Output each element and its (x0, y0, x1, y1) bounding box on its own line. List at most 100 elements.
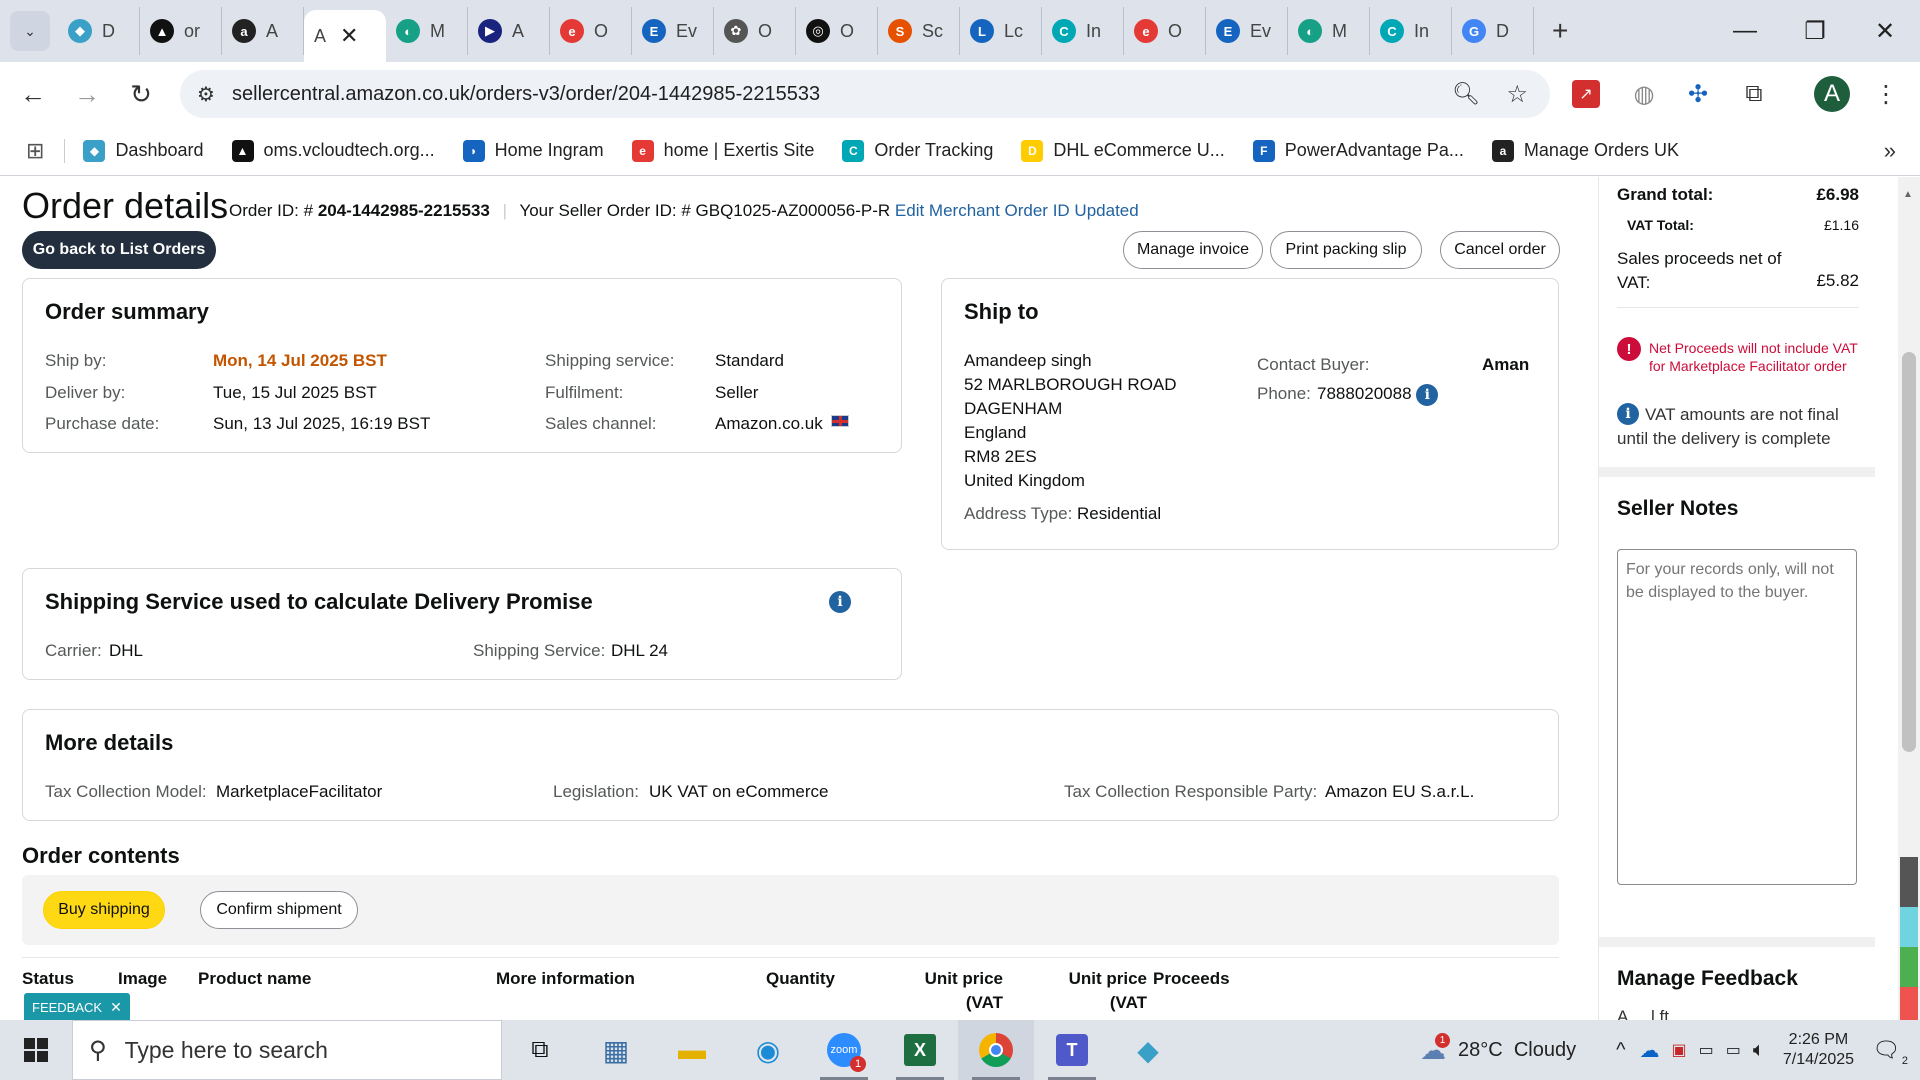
tab-favicon-icon: E (642, 19, 666, 43)
shipping-service-label: Shipping service: (545, 351, 675, 370)
browser-tab[interactable]: ◐ M (386, 7, 468, 55)
browser-tab[interactable]: eO (1124, 7, 1206, 55)
browser-tab[interactable]: eO (550, 7, 632, 55)
bookmark-item[interactable]: D DHL eCommerce U... (1021, 139, 1225, 162)
back-to-orders-button[interactable]: Go back to List Orders (22, 231, 216, 269)
weather-icon[interactable]: ☁ 1 (1420, 1032, 1451, 1066)
feedback-tab[interactable]: FEEDBACK ✕ (24, 993, 130, 1020)
new-tab-button[interactable]: + (1552, 15, 1568, 47)
arrow-left-icon: ← (20, 78, 46, 109)
back-button[interactable]: ← (6, 79, 60, 110)
onedrive-icon[interactable]: ☁ (1640, 1038, 1660, 1063)
tab-title: Sc (922, 20, 944, 41)
print-packing-slip-button[interactable]: Print packing slip (1270, 231, 1422, 269)
apps-grid-icon[interactable]: ⊞ (26, 138, 44, 164)
network-extension-icon[interactable]: ✣ (1680, 76, 1716, 112)
network-icon[interactable]: ▭ (1726, 1040, 1741, 1060)
file-explorer-app[interactable]: ▬ (654, 1020, 730, 1080)
more-bookmarks-icon[interactable]: » (1884, 138, 1896, 164)
bookmark-item[interactable]: e home | Exertis Site (631, 139, 814, 162)
minimize-button[interactable]: — (1710, 0, 1780, 62)
start-button[interactable] (0, 1038, 72, 1062)
browser-tab[interactable]: ▶ A (468, 7, 550, 55)
scroll-up-icon[interactable]: ▲ (1903, 189, 1913, 200)
weather-text[interactable]: 28°C Cloudy (1458, 1039, 1576, 1062)
dashboard-app[interactable]: ◆ (1110, 1020, 1186, 1080)
browser-tab[interactable]: E Ev (632, 7, 714, 55)
menu-kebab-icon[interactable]: ⋮ (1868, 76, 1904, 112)
contact-buyer-link[interactable]: Aman (1482, 355, 1529, 375)
excel-app[interactable]: X (882, 1020, 958, 1080)
globe-extension-icon[interactable]: ◍ (1626, 76, 1662, 112)
cancel-order-button[interactable]: Cancel order (1440, 231, 1560, 269)
seller-notes-textarea[interactable] (1617, 549, 1857, 885)
security-icon[interactable]: ▣ (1672, 1040, 1687, 1060)
task-view-button[interactable]: ⧉ (502, 1020, 578, 1080)
extensions-puzzle-icon[interactable]: ⧉ (1736, 76, 1772, 112)
tab-favicon-icon: ◐ (1298, 19, 1322, 43)
updated-link[interactable]: Updated (1074, 201, 1138, 220)
notification-icon[interactable]: 🗨︎ 2 (1872, 1037, 1908, 1067)
profile-avatar[interactable]: A (1814, 76, 1850, 112)
volume-icon[interactable]: 🔈︎ (1753, 1039, 1765, 1062)
shipping-promise-info-icon[interactable]: i (829, 591, 851, 613)
scrollbar-thumb[interactable] (1902, 352, 1916, 752)
bookmark-item[interactable]: ◆ Dashboard (83, 139, 204, 162)
page-scrollbar[interactable]: ▲ (1898, 177, 1920, 1020)
browser-tab[interactable]: ◐ M (1288, 7, 1370, 55)
bookmark-item[interactable]: F PowerAdvantage Pa... (1252, 139, 1464, 162)
buy-shipping-button[interactable]: Buy shipping (43, 891, 165, 929)
edge-app[interactable]: ◉ (730, 1020, 806, 1080)
reload-button[interactable]: ↻ (114, 79, 168, 110)
close-window-button[interactable]: ✕ (1850, 0, 1920, 62)
browser-tab[interactable]: C In (1370, 7, 1452, 55)
bookmark-item[interactable]: a Manage Orders UK (1491, 139, 1679, 162)
bookmark-item[interactable]: ◗ Home Ingram (462, 139, 604, 162)
browser-toolbar: ← → ↻ ⚙ sellercentral.amazon.co.uk/order… (0, 62, 1920, 126)
clock[interactable]: 2:26 PM 7/14/2025 (1783, 1030, 1854, 1070)
browser-tab[interactable]: ✿ O (714, 7, 796, 55)
warning-icon: ! (1617, 337, 1641, 361)
phone-info-icon[interactable]: i (1416, 384, 1439, 406)
browser-tab[interactable]: GD (1452, 7, 1534, 55)
close-icon[interactable]: ✕ (110, 999, 122, 1016)
phone-label: Phone: (1257, 384, 1311, 403)
battery-icon[interactable]: ▭ (1699, 1040, 1714, 1060)
close-tab-icon[interactable]: ✕ (340, 23, 358, 49)
zoom-app[interactable]: zoom 1 (806, 1020, 882, 1080)
bookmark-item[interactable]: ▲ oms.vcloudtech.org... (231, 139, 435, 162)
browser-tab[interactable]: S Sc (878, 7, 960, 55)
totals-section: Grand total: £6.98 VAT Total: £1.16 Sale… (1599, 177, 1875, 467)
url-text[interactable]: sellercentral.amazon.co.uk/orders-v3/ord… (232, 83, 820, 106)
teams-app[interactable]: T (1034, 1020, 1110, 1080)
tab-search-button[interactable]: ⌄ (10, 11, 50, 51)
bookmark-star-icon[interactable]: ☆ (1506, 80, 1528, 109)
legislation-link[interactable]: UK VAT on eCommerce (649, 782, 829, 802)
taskbar-search[interactable]: ⚲ Type here to search (72, 1020, 502, 1080)
browser-tab[interactable]: ◆ D (58, 7, 140, 55)
bookmark-item[interactable]: C Order Tracking (842, 139, 993, 162)
browser-tab[interactable]: C In (1042, 7, 1124, 55)
forward-button[interactable]: → (60, 79, 114, 110)
browser-tab[interactable]: A ✕ (304, 10, 386, 62)
manage-invoice-button[interactable]: Manage invoice (1123, 231, 1263, 269)
browser-tab[interactable]: L Lc (960, 7, 1042, 55)
browser-tab[interactable]: aA (222, 7, 304, 55)
browser-tab[interactable]: ▲ or (140, 7, 222, 55)
table-divider (22, 957, 1559, 958)
browser-tab[interactable]: ◎ O (796, 7, 878, 55)
tab-favicon-icon: ◐ (396, 19, 420, 43)
pdf-extension-icon[interactable]: ↗ (1572, 80, 1600, 108)
tab-title: Ev (676, 20, 698, 41)
restore-button[interactable]: ❐ (1780, 0, 1850, 62)
chevron-up-icon[interactable]: ^ (1616, 1039, 1625, 1062)
calculator-app[interactable]: ▦ (578, 1020, 654, 1080)
address-bar[interactable]: ⚙ sellercentral.amazon.co.uk/orders-v3/o… (180, 70, 1550, 118)
zoom-icon[interactable]: 🔍︎ (1452, 81, 1480, 107)
chrome-app[interactable] (958, 1020, 1034, 1080)
confirm-shipment-button[interactable]: Confirm shipment (200, 891, 358, 929)
browser-tab[interactable]: E Ev (1206, 7, 1288, 55)
carrier-label: Carrier: (45, 641, 102, 660)
edit-merchant-order-link[interactable]: Edit Merchant Order ID (895, 201, 1070, 220)
site-settings-icon[interactable]: ⚙ (180, 82, 232, 107)
